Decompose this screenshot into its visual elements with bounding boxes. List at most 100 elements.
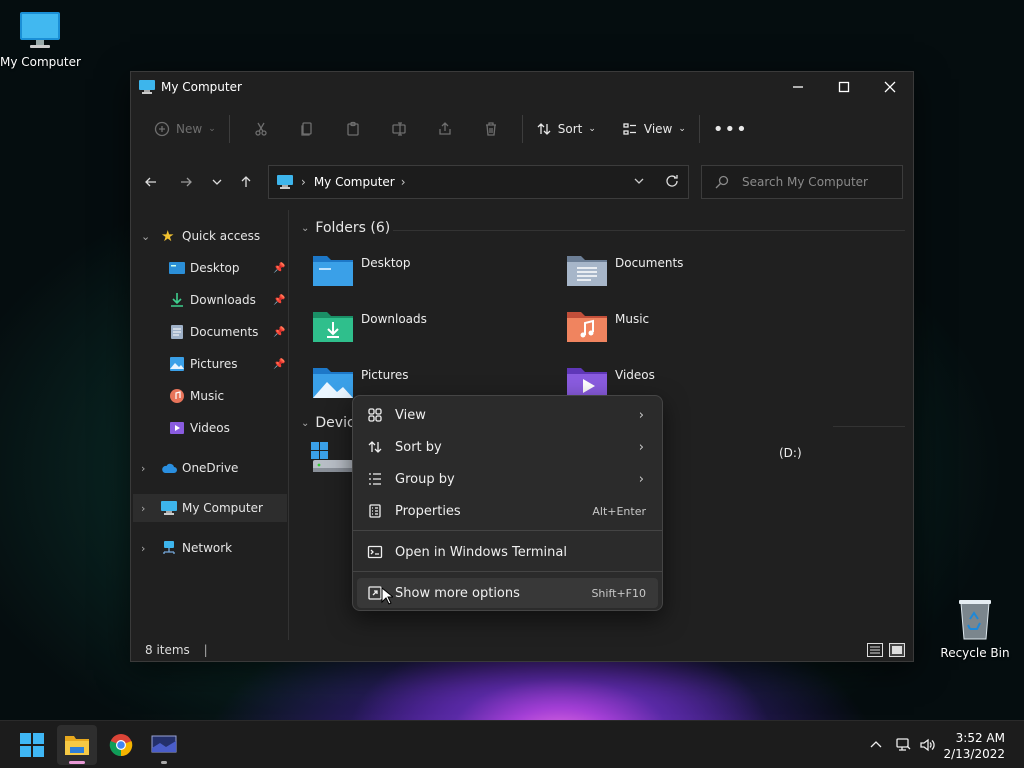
chevron-down-icon[interactable]: ⌄ xyxy=(141,230,150,243)
windows-drive-icon xyxy=(311,442,353,472)
address-history-dropdown[interactable] xyxy=(631,173,647,192)
refresh-button[interactable] xyxy=(664,173,680,192)
forward-button[interactable] xyxy=(177,173,195,191)
toolbar-divider xyxy=(698,115,700,143)
arrow-right-icon xyxy=(181,177,192,187)
desktop-icon-my-computer[interactable]: My Computer xyxy=(0,10,81,69)
sort-icon xyxy=(368,441,382,453)
menu-item-shortcut: Alt+Enter xyxy=(592,504,646,518)
properties-icon xyxy=(369,504,381,518)
sort-button[interactable]: Sort ⌄ xyxy=(531,113,601,145)
copy-button[interactable] xyxy=(294,113,320,145)
volume-icon[interactable] xyxy=(919,737,935,757)
folder-name: Videos xyxy=(615,368,655,382)
terminal-icon xyxy=(367,545,383,559)
menu-item-sort-by[interactable]: Sort by › xyxy=(357,432,658,462)
sidebar-item-onedrive[interactable]: › OneDrive xyxy=(133,454,287,482)
sidebar-item-desktop[interactable]: Desktop 📌 xyxy=(133,254,287,282)
cloud-icon xyxy=(162,463,177,473)
recycle-bin-icon xyxy=(959,600,991,640)
view-label: View xyxy=(643,122,673,136)
maximize-button[interactable] xyxy=(821,72,867,102)
system-clock[interactable]: 3:52 AM 2/13/2022 xyxy=(943,730,1005,762)
speaker-icon xyxy=(920,738,935,752)
taskbar-app[interactable] xyxy=(144,725,184,765)
plus-circle-icon xyxy=(154,121,170,137)
folder-music[interactable]: Music xyxy=(565,308,765,352)
new-button[interactable]: New ⌄ xyxy=(149,113,221,145)
group-header-folders[interactable]: ⌄ Folders (6) xyxy=(301,220,390,236)
monitor-icon xyxy=(161,501,177,515)
sort-label: Sort xyxy=(557,122,583,136)
clock-date: 2/13/2022 xyxy=(943,747,1005,761)
chevron-down-icon: ⌄ xyxy=(588,124,596,134)
sidebar-item-videos[interactable]: Videos xyxy=(133,414,287,442)
desktop-icon-recycle-bin[interactable]: Recycle Bin xyxy=(935,597,1015,660)
search-box[interactable]: Search My Computer xyxy=(701,165,903,199)
menu-item-view[interactable]: View › xyxy=(357,400,658,430)
folder-name: Downloads xyxy=(361,312,427,326)
chevron-right-icon[interactable]: › xyxy=(141,542,145,555)
star-icon: ★ xyxy=(161,227,175,245)
large-icons-view-icon[interactable] xyxy=(889,643,905,657)
see-more-button[interactable]: ••• xyxy=(708,113,753,145)
rename-button[interactable] xyxy=(386,113,412,145)
folder-name: Desktop xyxy=(361,256,411,270)
view-icon xyxy=(623,123,636,135)
video-icon xyxy=(170,422,184,434)
share-button[interactable] xyxy=(432,113,458,145)
sidebar-item-my-computer[interactable]: › My Computer xyxy=(133,494,287,522)
breadcrumb-my-computer[interactable]: My Computer xyxy=(314,175,395,189)
menu-item-open-terminal[interactable]: Open in Windows Terminal xyxy=(357,537,658,567)
taskbar-file-explorer[interactable] xyxy=(57,725,97,765)
chevron-down-icon xyxy=(634,178,644,184)
sidebar-item-quick-access[interactable]: ⌄ ★ Quick access xyxy=(133,222,287,250)
folder-icon xyxy=(313,256,353,286)
sidebar-item-network[interactable]: › Network xyxy=(133,534,287,562)
network-icon xyxy=(896,738,911,751)
sidebar-item-label: Pictures xyxy=(190,357,238,371)
recent-locations-button[interactable] xyxy=(208,173,226,191)
paste-button[interactable] xyxy=(340,113,366,145)
folder-desktop[interactable]: Desktop xyxy=(311,252,511,296)
folder-documents[interactable]: Documents xyxy=(565,252,765,296)
context-menu: View › Sort by › Group by › Properties A… xyxy=(352,395,663,611)
sidebar-item-music[interactable]: Music xyxy=(133,382,287,410)
sidebar-item-downloads[interactable]: Downloads 📌 xyxy=(133,286,287,314)
folder-icon xyxy=(313,368,353,398)
close-button[interactable] xyxy=(867,72,913,102)
menu-item-shortcut: Shift+F10 xyxy=(591,586,646,600)
document-icon xyxy=(171,325,183,339)
details-view-icon[interactable] xyxy=(867,643,883,657)
trash-icon xyxy=(485,122,496,136)
music-icon xyxy=(170,389,184,403)
view-button[interactable]: View ⌄ xyxy=(617,113,691,145)
network-status-icon[interactable] xyxy=(895,737,911,757)
back-button[interactable] xyxy=(142,173,160,191)
menu-item-properties[interactable]: Properties Alt+Enter xyxy=(357,496,658,526)
taskbar-chrome[interactable] xyxy=(101,725,141,765)
item-count: 8 items xyxy=(145,643,190,657)
chevron-down-icon: ⌄ xyxy=(208,124,216,134)
address-bar[interactable]: › My Computer › xyxy=(268,165,689,199)
menu-item-group-by[interactable]: Group by › xyxy=(357,464,658,494)
folder-downloads[interactable]: Downloads xyxy=(311,308,511,352)
sidebar-item-pictures[interactable]: Pictures 📌 xyxy=(133,350,287,378)
minimize-button[interactable] xyxy=(775,72,821,102)
show-hidden-icons-button[interactable] xyxy=(868,737,884,757)
window-title: My Computer xyxy=(161,80,242,94)
chevron-right-icon[interactable]: › xyxy=(141,502,145,515)
start-button[interactable] xyxy=(12,725,52,765)
chevron-right-icon: › xyxy=(638,439,644,455)
delete-button[interactable] xyxy=(478,113,504,145)
menu-item-show-more-options[interactable]: Show more options Shift+F10 xyxy=(357,578,658,608)
chevron-right-icon[interactable]: › xyxy=(141,462,145,475)
title-bar[interactable]: My Computer xyxy=(131,72,913,102)
cut-button[interactable] xyxy=(248,113,274,145)
sort-icon xyxy=(537,123,551,135)
sidebar-item-label: Documents xyxy=(190,325,259,339)
sidebar-item-documents[interactable]: Documents 📌 xyxy=(133,318,287,346)
chevron-down-icon: ⌄ xyxy=(301,417,310,429)
status-bar: 8 items | xyxy=(145,643,208,657)
up-button[interactable] xyxy=(237,173,255,191)
